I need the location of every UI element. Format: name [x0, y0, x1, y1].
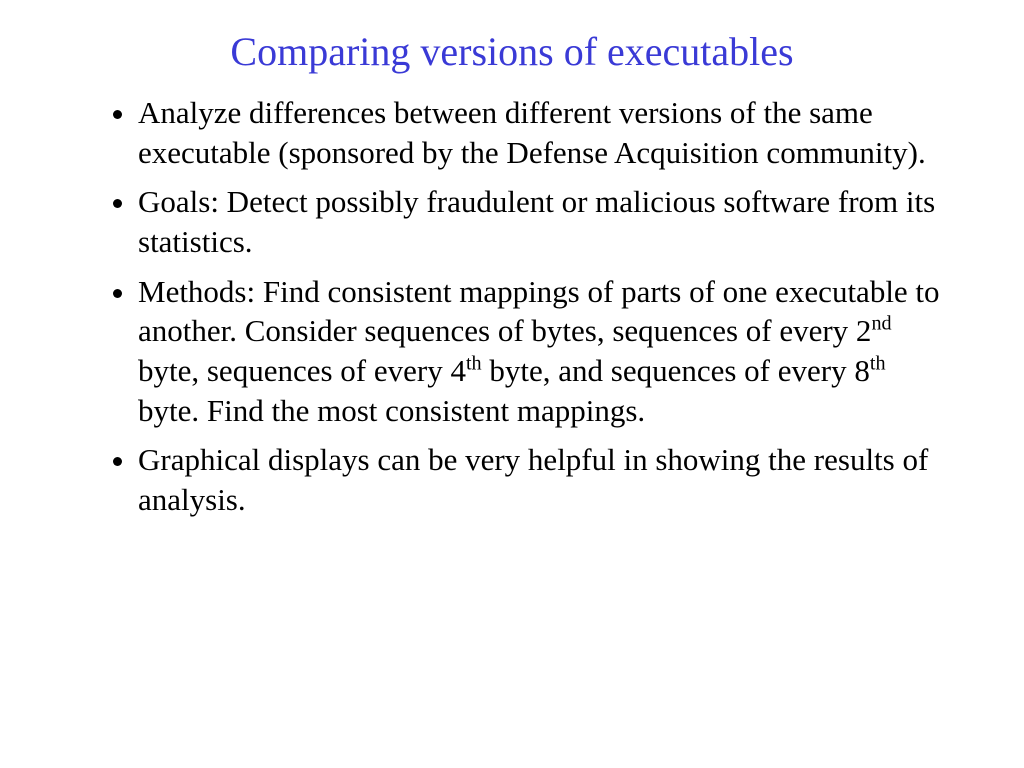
- list-item: Goals: Detect possibly fraudulent or mal…: [138, 182, 964, 261]
- text-segment: Methods: Find consistent mappings of par…: [138, 274, 940, 349]
- slide: Comparing versions of executables Analyz…: [0, 0, 1024, 768]
- text-segment: byte. Find the most consistent mappings.: [138, 393, 645, 428]
- bullet-list: Analyze differences between different ve…: [60, 93, 964, 520]
- list-item: Analyze differences between different ve…: [138, 93, 964, 172]
- slide-title: Comparing versions of executables: [60, 28, 964, 75]
- ordinal-suffix: nd: [871, 313, 891, 335]
- list-item: Methods: Find consistent mappings of par…: [138, 272, 964, 431]
- ordinal-suffix: th: [870, 353, 886, 375]
- list-item: Graphical displays can be very helpful i…: [138, 440, 964, 519]
- text-segment: byte, and sequences of every 8: [482, 353, 870, 388]
- text-segment: byte, sequences of every 4: [138, 353, 466, 388]
- ordinal-suffix: th: [466, 353, 482, 375]
